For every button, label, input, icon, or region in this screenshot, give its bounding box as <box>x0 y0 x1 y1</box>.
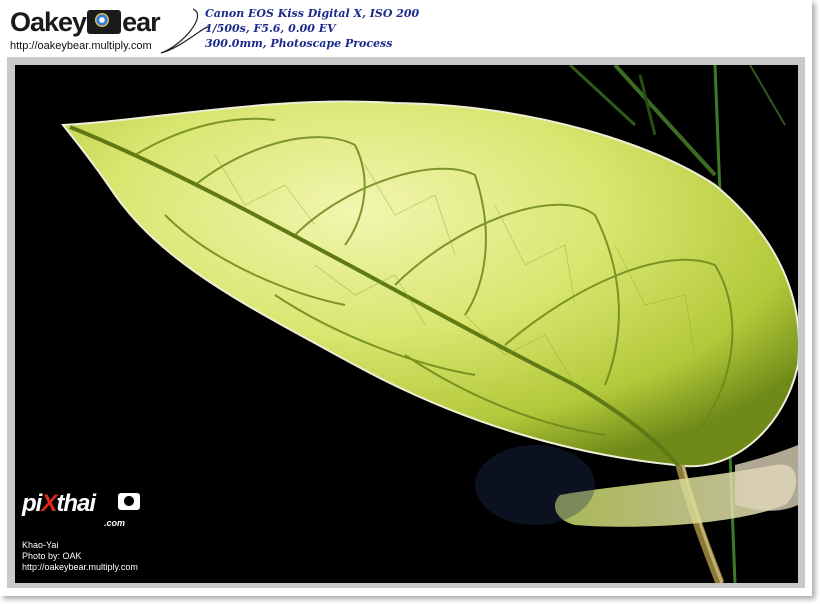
logo-url: http://oakeybear.multiply.com <box>10 40 152 52</box>
camera-icon <box>87 10 122 34</box>
pixthai-logo: piXthai <box>22 490 96 518</box>
camera-icon <box>118 493 140 510</box>
logo-wordmark: Oakey ear <box>10 7 161 38</box>
pixthai-logo-post: thai <box>56 490 96 517</box>
pixthai-logo-pre: pi <box>22 490 42 517</box>
pixthai-domain: .com <box>104 518 126 528</box>
exif-line-camera: Canon EOS Kiss Digital X, ISO 200 <box>205 7 420 20</box>
swoosh-icon <box>160 8 210 54</box>
exif-line-exposure: 1/500s, F5.6, 0.00 EV <box>205 22 336 35</box>
credit-photographer: Photo by: OAK <box>22 551 82 561</box>
credit-location: Khao-Yai <box>22 540 59 550</box>
exif-line-lens: 300.0mm, Photoscape Process <box>205 37 393 50</box>
photo-credits: Khao-Yai Photo by: OAK http://oakeybear.… <box>22 540 138 573</box>
photo-frame: Oakey ear http://oakeybear.multiply.com C… <box>0 0 812 596</box>
exif-info: Canon EOS Kiss Digital X, ISO 200 1/500s… <box>205 6 419 51</box>
logo-text-left: Oakey <box>10 7 87 37</box>
brand-logo: Oakey ear http://oakeybear.multiply.com <box>8 3 210 55</box>
pixthai-logo-x: X <box>41 490 57 517</box>
credit-url: http://oakeybear.multiply.com <box>22 562 138 572</box>
